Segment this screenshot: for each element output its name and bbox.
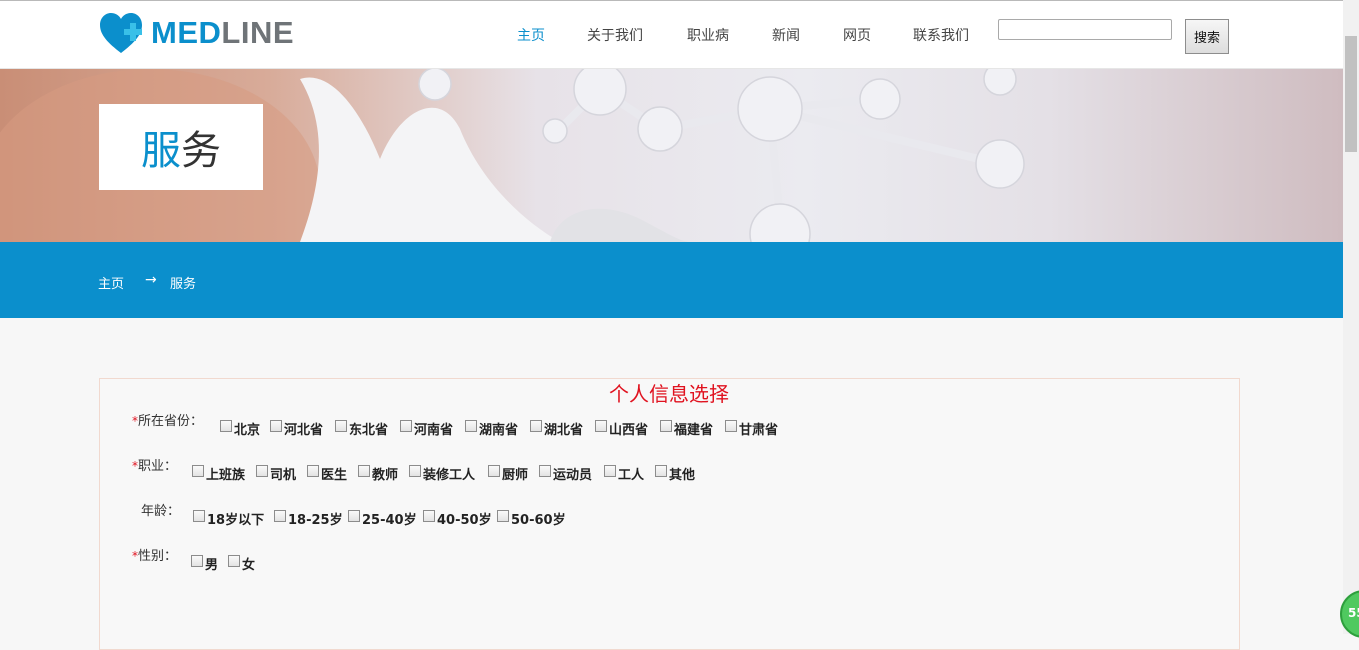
checkbox[interactable] [595,419,607,432]
scrollbar-thumb[interactable] [1345,36,1357,152]
breadcrumb-current: 服务 [170,277,197,292]
checkbox[interactable] [655,464,667,477]
occupation-option[interactable]: 司机 [256,464,296,483]
checkbox[interactable] [335,419,347,432]
occupation-option[interactable]: 工人 [604,464,644,483]
search-button[interactable]: 搜索 [1185,19,1229,54]
age-option[interactable]: 50-60岁 [497,509,566,528]
nav-webpage[interactable]: 网页 [843,25,871,45]
province-option[interactable]: 山西省 [595,419,648,438]
checkbox[interactable] [256,464,268,477]
checkbox[interactable] [193,509,205,522]
occupation-option[interactable]: 上班族 [192,464,245,483]
checkbox[interactable] [465,419,477,432]
nav-occupational-disease[interactable]: 职业病 [687,25,729,45]
checkbox[interactable] [497,509,509,522]
checkbox[interactable] [660,419,672,432]
age-option[interactable]: 18岁以下 [193,509,264,528]
gender-option-female[interactable]: 女 [228,554,255,573]
age-label: 年龄： [141,504,181,519]
province-option[interactable]: 河北省 [270,419,323,438]
province-option[interactable]: 湖北省 [530,419,583,438]
province-label: *所在省份： [132,414,204,429]
age-option[interactable]: 25-40岁 [348,509,417,528]
checkbox[interactable] [409,464,421,477]
site-logo[interactable]: MEDLINE [98,11,294,55]
province-option[interactable]: 东北省 [335,419,388,438]
breadcrumb: 主页 → 服务 [0,242,1343,318]
province-option[interactable]: 福建省 [660,419,713,438]
site-header: MEDLINE 主页 关于我们 职业病 新闻 网页 联系我们 搜索 [0,1,1343,69]
checkbox[interactable] [274,509,286,522]
search-input[interactable] [998,19,1172,40]
province-option[interactable]: 河南省 [400,419,453,438]
province-option[interactable]: 湖南省 [465,419,518,438]
checkbox[interactable] [423,509,435,522]
occupation-option[interactable]: 教师 [358,464,398,483]
form-title: 个人信息选择 [609,382,729,406]
checkbox[interactable] [220,419,232,432]
nav-home[interactable]: 主页 [517,25,545,45]
checkbox[interactable] [530,419,542,432]
checkbox[interactable] [539,464,551,477]
arrow-right-icon: → [145,272,157,288]
checkbox[interactable] [358,464,370,477]
checkbox[interactable] [725,419,737,432]
page-title-box: 服务 [99,104,263,190]
occupation-option[interactable]: 医生 [307,464,347,483]
occupation-label: *职业： [132,459,178,474]
occupation-option[interactable]: 运动员 [539,464,592,483]
hero-banner: 服务 [0,69,1343,242]
nav-news[interactable]: 新闻 [772,25,800,45]
checkbox[interactable] [400,419,412,432]
gender-option-male[interactable]: 男 [191,554,218,573]
heart-cross-icon [100,13,142,53]
breadcrumb-home-link[interactable]: 主页 [98,273,124,292]
gender-label: *性别： [132,549,178,564]
checkbox[interactable] [191,554,203,567]
occupation-option[interactable]: 装修工人 [409,464,475,483]
occupation-option[interactable]: 厨师 [488,464,528,483]
age-option[interactable]: 18-25岁 [274,509,343,528]
page-scrollbar[interactable] [1343,0,1359,634]
province-option[interactable]: 甘肃省 [725,419,778,438]
checkbox[interactable] [307,464,319,477]
occupation-option[interactable]: 其他 [655,464,695,483]
checkbox[interactable] [270,419,282,432]
page-title: 服务 [141,128,221,174]
nav-contact[interactable]: 联系我们 [913,25,969,45]
nav-about[interactable]: 关于我们 [587,25,643,45]
checkbox[interactable] [604,464,616,477]
age-option[interactable]: 40-50岁 [423,509,492,528]
checkbox[interactable] [228,554,240,567]
checkbox[interactable] [192,464,204,477]
checkbox[interactable] [348,509,360,522]
logo-text: MEDLINE [151,15,295,50]
province-option[interactable]: 北京 [220,419,260,438]
checkbox[interactable] [488,464,500,477]
